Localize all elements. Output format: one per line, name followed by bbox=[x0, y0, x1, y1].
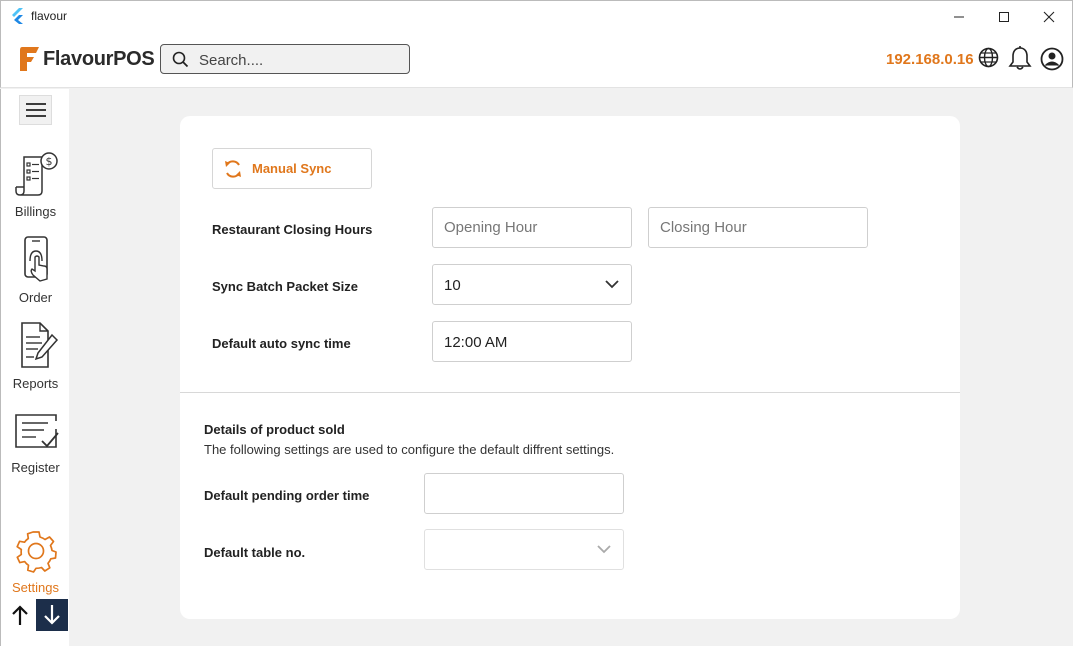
section-title: Details of product sold bbox=[204, 422, 345, 437]
sidebar-label-reports: Reports bbox=[12, 376, 59, 391]
user-account-icon[interactable] bbox=[1040, 47, 1064, 71]
opening-hour-input[interactable] bbox=[433, 208, 631, 247]
scroll-up-button[interactable] bbox=[4, 599, 36, 631]
manual-sync-label: Manual Sync bbox=[252, 161, 332, 176]
register-icon bbox=[14, 414, 59, 448]
report-icon bbox=[20, 322, 58, 368]
search-box[interactable] bbox=[160, 44, 410, 74]
search-input[interactable] bbox=[199, 49, 399, 71]
ip-address: 192.168.0.16 bbox=[886, 51, 974, 68]
batch-size-select[interactable]: 10 bbox=[432, 264, 632, 305]
sidebar-item-order[interactable]: Order bbox=[1, 235, 70, 305]
sidebar-label-billings: Billings bbox=[14, 204, 57, 219]
title-bar: flavour bbox=[0, 0, 1073, 31]
flutter-app-icon bbox=[12, 8, 23, 24]
auto-sync-label: Default auto sync time bbox=[212, 336, 351, 351]
arrow-up-icon bbox=[12, 605, 28, 625]
sidebar-label-settings: Settings bbox=[12, 580, 59, 595]
flavour-logo-icon bbox=[20, 47, 39, 71]
section-divider bbox=[180, 392, 960, 393]
sidebar-item-reports[interactable]: Reports bbox=[1, 321, 70, 391]
minimize-icon bbox=[954, 16, 964, 17]
chevron-down-icon bbox=[597, 545, 611, 554]
manual-sync-button[interactable]: Manual Sync bbox=[212, 148, 372, 189]
batch-size-label: Sync Batch Packet Size bbox=[212, 279, 358, 294]
pending-order-time-field[interactable] bbox=[424, 473, 624, 514]
arrow-down-icon bbox=[44, 605, 60, 625]
pending-order-label: Default pending order time bbox=[204, 488, 370, 503]
sidebar: $ Billings Order Reports Register Settin… bbox=[0, 89, 69, 646]
sidebar-item-settings[interactable]: Settings bbox=[1, 529, 70, 595]
sync-icon bbox=[225, 159, 241, 178]
sidebar-label-register: Register bbox=[11, 460, 60, 475]
auto-sync-time-value: 12:00 AM bbox=[444, 334, 508, 351]
minimize-button[interactable] bbox=[936, 1, 982, 32]
maximize-icon bbox=[999, 11, 1009, 22]
auto-sync-time-field[interactable]: 12:00 AM bbox=[432, 321, 632, 362]
chevron-down-icon bbox=[605, 280, 619, 289]
closing-hour-input[interactable] bbox=[649, 208, 867, 247]
closing-hour-field[interactable] bbox=[648, 207, 868, 248]
hamburger-icon bbox=[25, 103, 46, 117]
globe-icon[interactable] bbox=[978, 47, 999, 68]
hamburger-menu-button[interactable] bbox=[19, 95, 52, 125]
app-logo: FlavourPOS bbox=[18, 43, 155, 75]
app-header: FlavourPOS 192.168.0.16 bbox=[0, 31, 1073, 88]
close-button[interactable] bbox=[1026, 1, 1072, 32]
table-no-label: Default table no. bbox=[204, 545, 306, 560]
search-icon bbox=[172, 51, 189, 68]
closing-hours-label: Restaurant Closing Hours bbox=[212, 222, 373, 237]
maximize-button[interactable] bbox=[981, 1, 1027, 32]
gear-icon bbox=[15, 531, 57, 573]
billing-icon: $ bbox=[14, 152, 58, 196]
table-no-select[interactable] bbox=[424, 529, 624, 570]
scroll-down-button[interactable] bbox=[36, 599, 68, 631]
close-icon bbox=[1043, 11, 1055, 22]
sidebar-item-register[interactable]: Register bbox=[1, 411, 70, 475]
section-description: The following settings are used to confi… bbox=[204, 442, 615, 457]
pending-order-time-input[interactable] bbox=[425, 474, 623, 513]
bell-icon[interactable] bbox=[1008, 45, 1032, 71]
settings-card: Manual Sync Restaurant Closing Hours Syn… bbox=[180, 116, 960, 619]
opening-hour-field[interactable] bbox=[432, 207, 632, 248]
window-title: flavour bbox=[31, 9, 68, 23]
logo-text: FlavourPOS bbox=[43, 47, 155, 70]
mobile-order-icon bbox=[23, 236, 48, 282]
svg-text:$: $ bbox=[45, 155, 52, 168]
sidebar-item-billings[interactable]: $ Billings bbox=[1, 151, 70, 219]
sidebar-label-order: Order bbox=[18, 290, 53, 305]
batch-size-value: 10 bbox=[444, 277, 461, 294]
